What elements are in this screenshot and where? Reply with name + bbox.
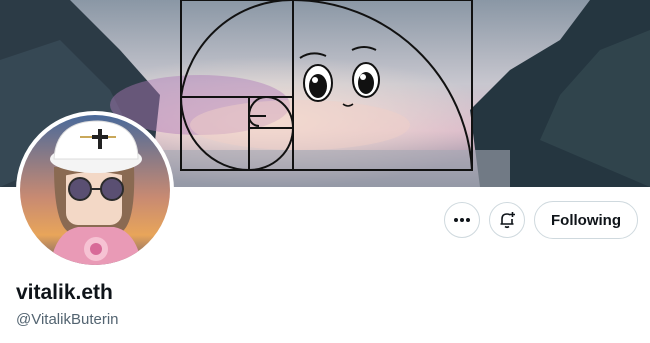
- display-name: vitalik.eth: [16, 281, 113, 304]
- more-button[interactable]: [444, 202, 481, 238]
- user-handle: @VitalikButerin: [16, 311, 119, 328]
- following-button[interactable]: Following: [534, 201, 638, 239]
- notifications-button[interactable]: [489, 202, 526, 238]
- bell-plus-icon: [500, 212, 516, 229]
- avatar-image: [20, 115, 170, 265]
- profile-actions: Following: [444, 201, 638, 239]
- profile-avatar[interactable]: [16, 111, 174, 269]
- more-horizontal-icon: [454, 218, 471, 222]
